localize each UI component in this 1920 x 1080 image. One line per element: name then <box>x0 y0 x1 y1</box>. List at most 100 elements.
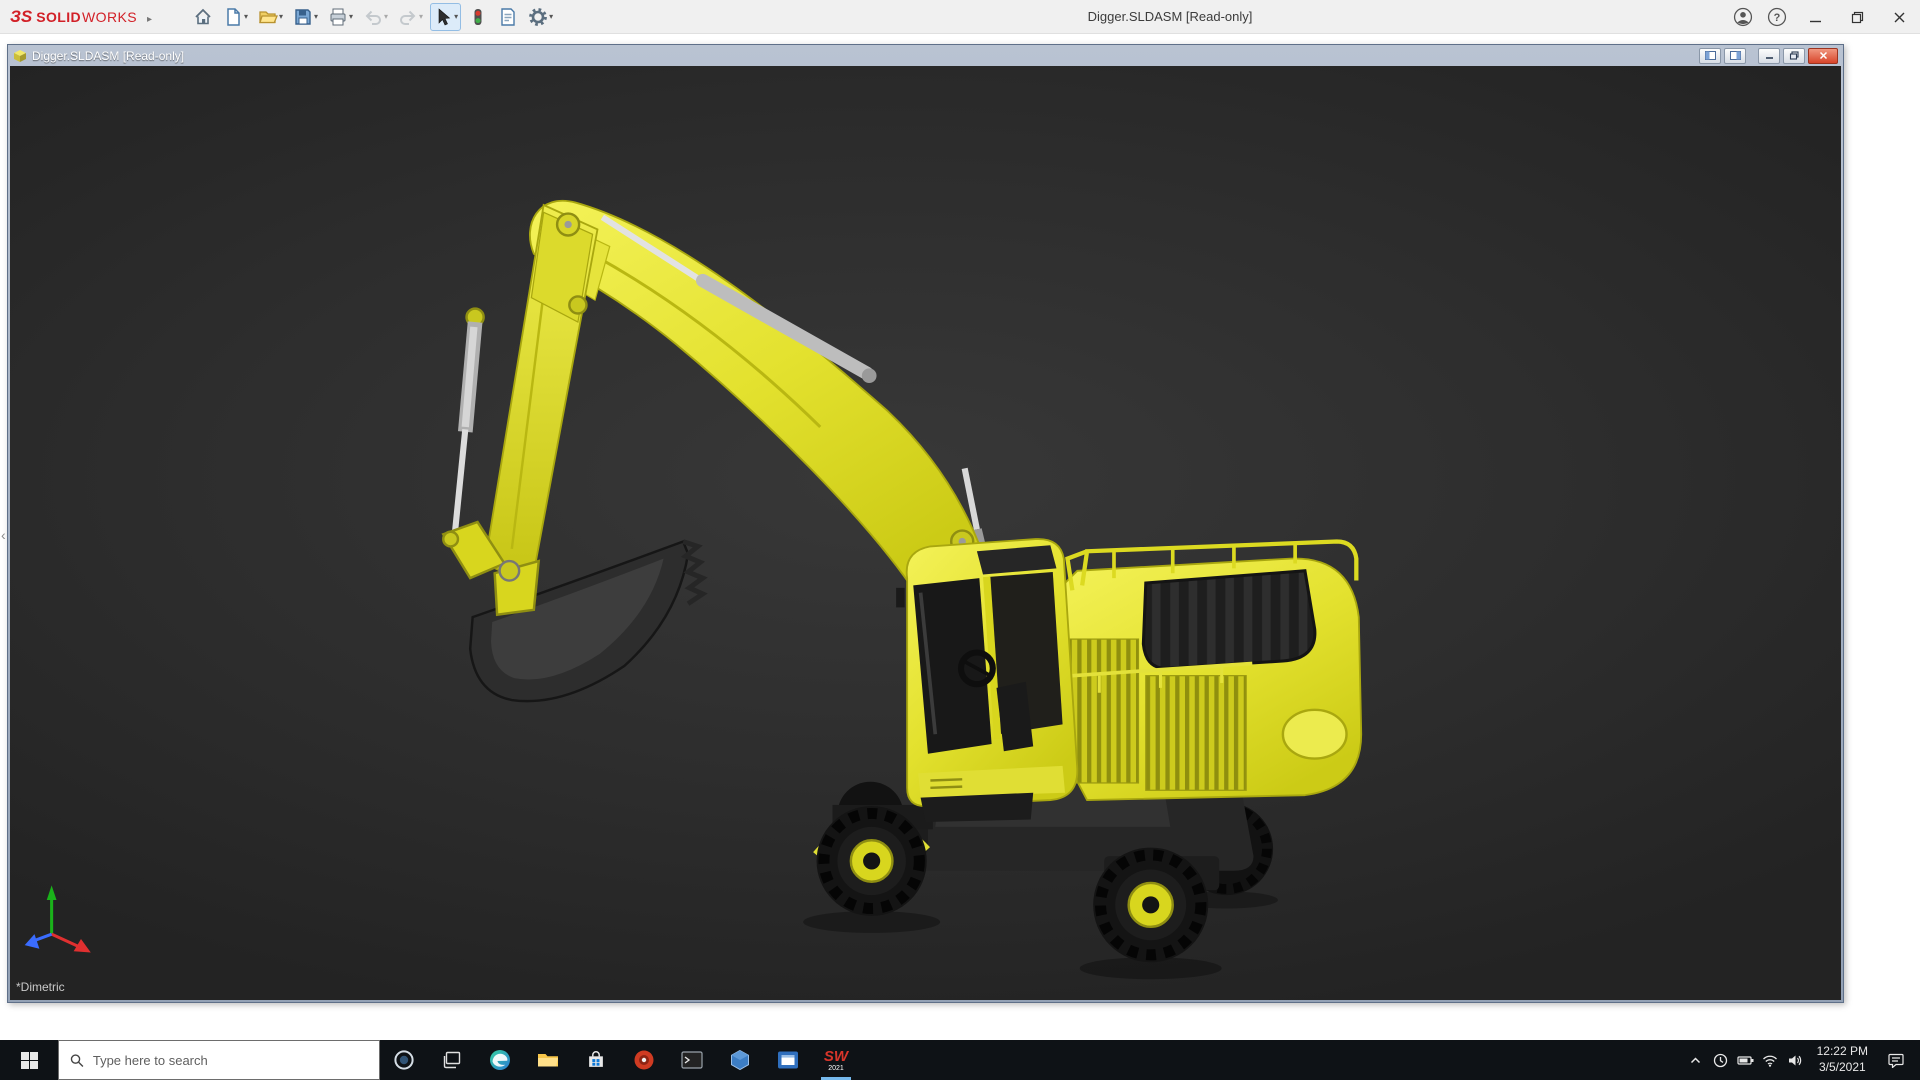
cortana-icon <box>393 1049 415 1071</box>
file-properties-button[interactable] <box>495 3 521 31</box>
viewport-layout-left-icon <box>1705 51 1716 60</box>
excavator-model[interactable] <box>10 66 1841 1000</box>
tray-clock-button[interactable] <box>1708 1040 1733 1080</box>
speaker-icon <box>1788 1054 1803 1067</box>
taskbar-search[interactable] <box>58 1040 380 1080</box>
app-hexagon-icon <box>729 1049 751 1071</box>
dropdown-caret-icon[interactable]: ▾ <box>314 12 318 21</box>
close-button[interactable] <box>1878 0 1920 34</box>
search-icon <box>70 1053 84 1068</box>
viewport-layout-left-button[interactable] <box>1699 48 1721 64</box>
rebuild-button[interactable] <box>465 3 491 31</box>
redo-button[interactable]: ▾ <box>395 3 426 31</box>
doc-close-button[interactable] <box>1808 48 1838 64</box>
desktop: ЗS SOLIDWORKS ▸ ▾ ▾ ▾ ▾ <box>0 0 1920 1080</box>
stick-cylinder-rod <box>454 429 465 539</box>
notification-center-icon <box>1888 1053 1904 1068</box>
help-button[interactable]: ? <box>1760 0 1794 34</box>
cortana-button[interactable] <box>380 1040 428 1080</box>
account-icon <box>1733 7 1753 27</box>
windows-start-icon <box>21 1052 38 1069</box>
file-explorer-button[interactable] <box>524 1040 572 1080</box>
brand-works: WORKS <box>82 9 137 25</box>
rebuild-icon <box>468 7 488 27</box>
home-button[interactable] <box>190 3 216 31</box>
tray-expand-button[interactable] <box>1683 1040 1708 1080</box>
app-red-icon <box>633 1049 655 1071</box>
print-button[interactable]: ▾ <box>325 3 356 31</box>
file-properties-icon <box>498 7 518 27</box>
app-titlebar: ЗS SOLIDWORKS ▸ ▾ ▾ ▾ ▾ <box>0 0 1920 34</box>
wifi-icon <box>1762 1054 1778 1067</box>
tray-battery-button[interactable] <box>1733 1040 1758 1080</box>
store-icon <box>585 1049 607 1071</box>
action-center-button[interactable] <box>1877 1040 1915 1080</box>
tray-network-button[interactable] <box>1758 1040 1783 1080</box>
windows-taskbar: SW 2021 12:22 PM 3/5/2021 <box>0 1040 1920 1080</box>
save-icon <box>293 7 313 27</box>
search-input[interactable] <box>93 1053 368 1068</box>
brand-solid: SOLID <box>36 9 81 25</box>
redo-icon <box>398 7 418 27</box>
solidworks-taskbar-button[interactable]: SW 2021 <box>812 1040 860 1080</box>
dropdown-caret-icon[interactable]: ▾ <box>549 12 553 21</box>
quick-access-toolbar: ▾ ▾ ▾ ▾ ▾ ▾ ▾ <box>190 3 556 31</box>
save-button[interactable]: ▾ <box>290 3 321 31</box>
boom-assembly[interactable] <box>443 201 986 593</box>
logo-expand-icon[interactable]: ▸ <box>147 14 152 25</box>
viewport-layout-right-button[interactable] <box>1724 48 1746 64</box>
cab[interactable] <box>896 539 1077 822</box>
dropdown-caret-icon[interactable]: ▾ <box>454 12 458 21</box>
wheel-rear-left[interactable] <box>1093 848 1208 963</box>
start-button[interactable] <box>0 1040 58 1080</box>
battery-icon <box>1737 1054 1754 1067</box>
tray-volume-button[interactable] <box>1783 1040 1808 1080</box>
bucket[interactable] <box>470 542 703 702</box>
engine-grille <box>1143 571 1315 669</box>
app-red-button[interactable] <box>620 1040 668 1080</box>
dropdown-caret-icon[interactable]: ▾ <box>244 12 248 21</box>
dropdown-caret-icon[interactable]: ▾ <box>279 12 283 21</box>
app-hexagon-button[interactable] <box>716 1040 764 1080</box>
clock-date: 3/5/2021 <box>1817 1060 1868 1076</box>
graphics-viewport[interactable]: *Dimetric <box>10 66 1841 1000</box>
doc-restore-button[interactable] <box>1783 48 1805 64</box>
account-button[interactable] <box>1726 0 1760 34</box>
task-view-button[interactable] <box>428 1040 476 1080</box>
solidworks-logo-mark: ЗS <box>10 7 32 27</box>
clock-icon <box>1713 1053 1728 1068</box>
wheel-front-left[interactable] <box>817 806 927 916</box>
document-title: Digger.SLDASM [Read-only] <box>32 49 184 63</box>
select-tool-button[interactable]: ▾ <box>430 3 461 31</box>
minimize-button[interactable] <box>1794 0 1836 34</box>
document-titlebar[interactable]: Digger.SLDASM [Read-only] <box>8 45 1843 66</box>
dropdown-caret-icon[interactable]: ▾ <box>384 12 388 21</box>
edge-button[interactable] <box>476 1040 524 1080</box>
app-blue-window-button[interactable] <box>764 1040 812 1080</box>
open-button[interactable]: ▾ <box>255 3 286 31</box>
new-document-button[interactable]: ▾ <box>220 3 251 31</box>
chevron-up-icon <box>1689 1054 1702 1067</box>
restore-button[interactable] <box>1836 0 1878 34</box>
dropdown-caret-icon[interactable]: ▾ <box>349 12 353 21</box>
restore-icon <box>1851 11 1864 24</box>
assembly-document-icon <box>13 49 27 63</box>
file-explorer-icon <box>536 1048 560 1072</box>
dropdown-caret-icon[interactable]: ▾ <box>419 12 423 21</box>
body-house[interactable] <box>1058 542 1362 800</box>
taskbar-clock[interactable]: 12:22 PM 3/5/2021 <box>1808 1044 1877 1075</box>
doc-minimize-button[interactable] <box>1758 48 1780 64</box>
triad-z-axis <box>25 934 40 949</box>
open-folder-icon <box>258 7 278 27</box>
triad-y-axis <box>47 885 57 900</box>
view-triad <box>25 885 91 952</box>
restore-icon <box>1789 51 1800 60</box>
side-vent-panel <box>1146 676 1246 791</box>
store-button[interactable] <box>572 1040 620 1080</box>
solidworks-2021-icon: SW 2021 <box>824 1049 848 1072</box>
options-button[interactable]: ▾ <box>525 3 556 31</box>
document-window: Digger.SLDASM [Read-only] <box>7 44 1844 1003</box>
app-blue-window-icon <box>777 1050 799 1070</box>
app-dark-window-button[interactable] <box>668 1040 716 1080</box>
undo-button[interactable]: ▾ <box>360 3 391 31</box>
